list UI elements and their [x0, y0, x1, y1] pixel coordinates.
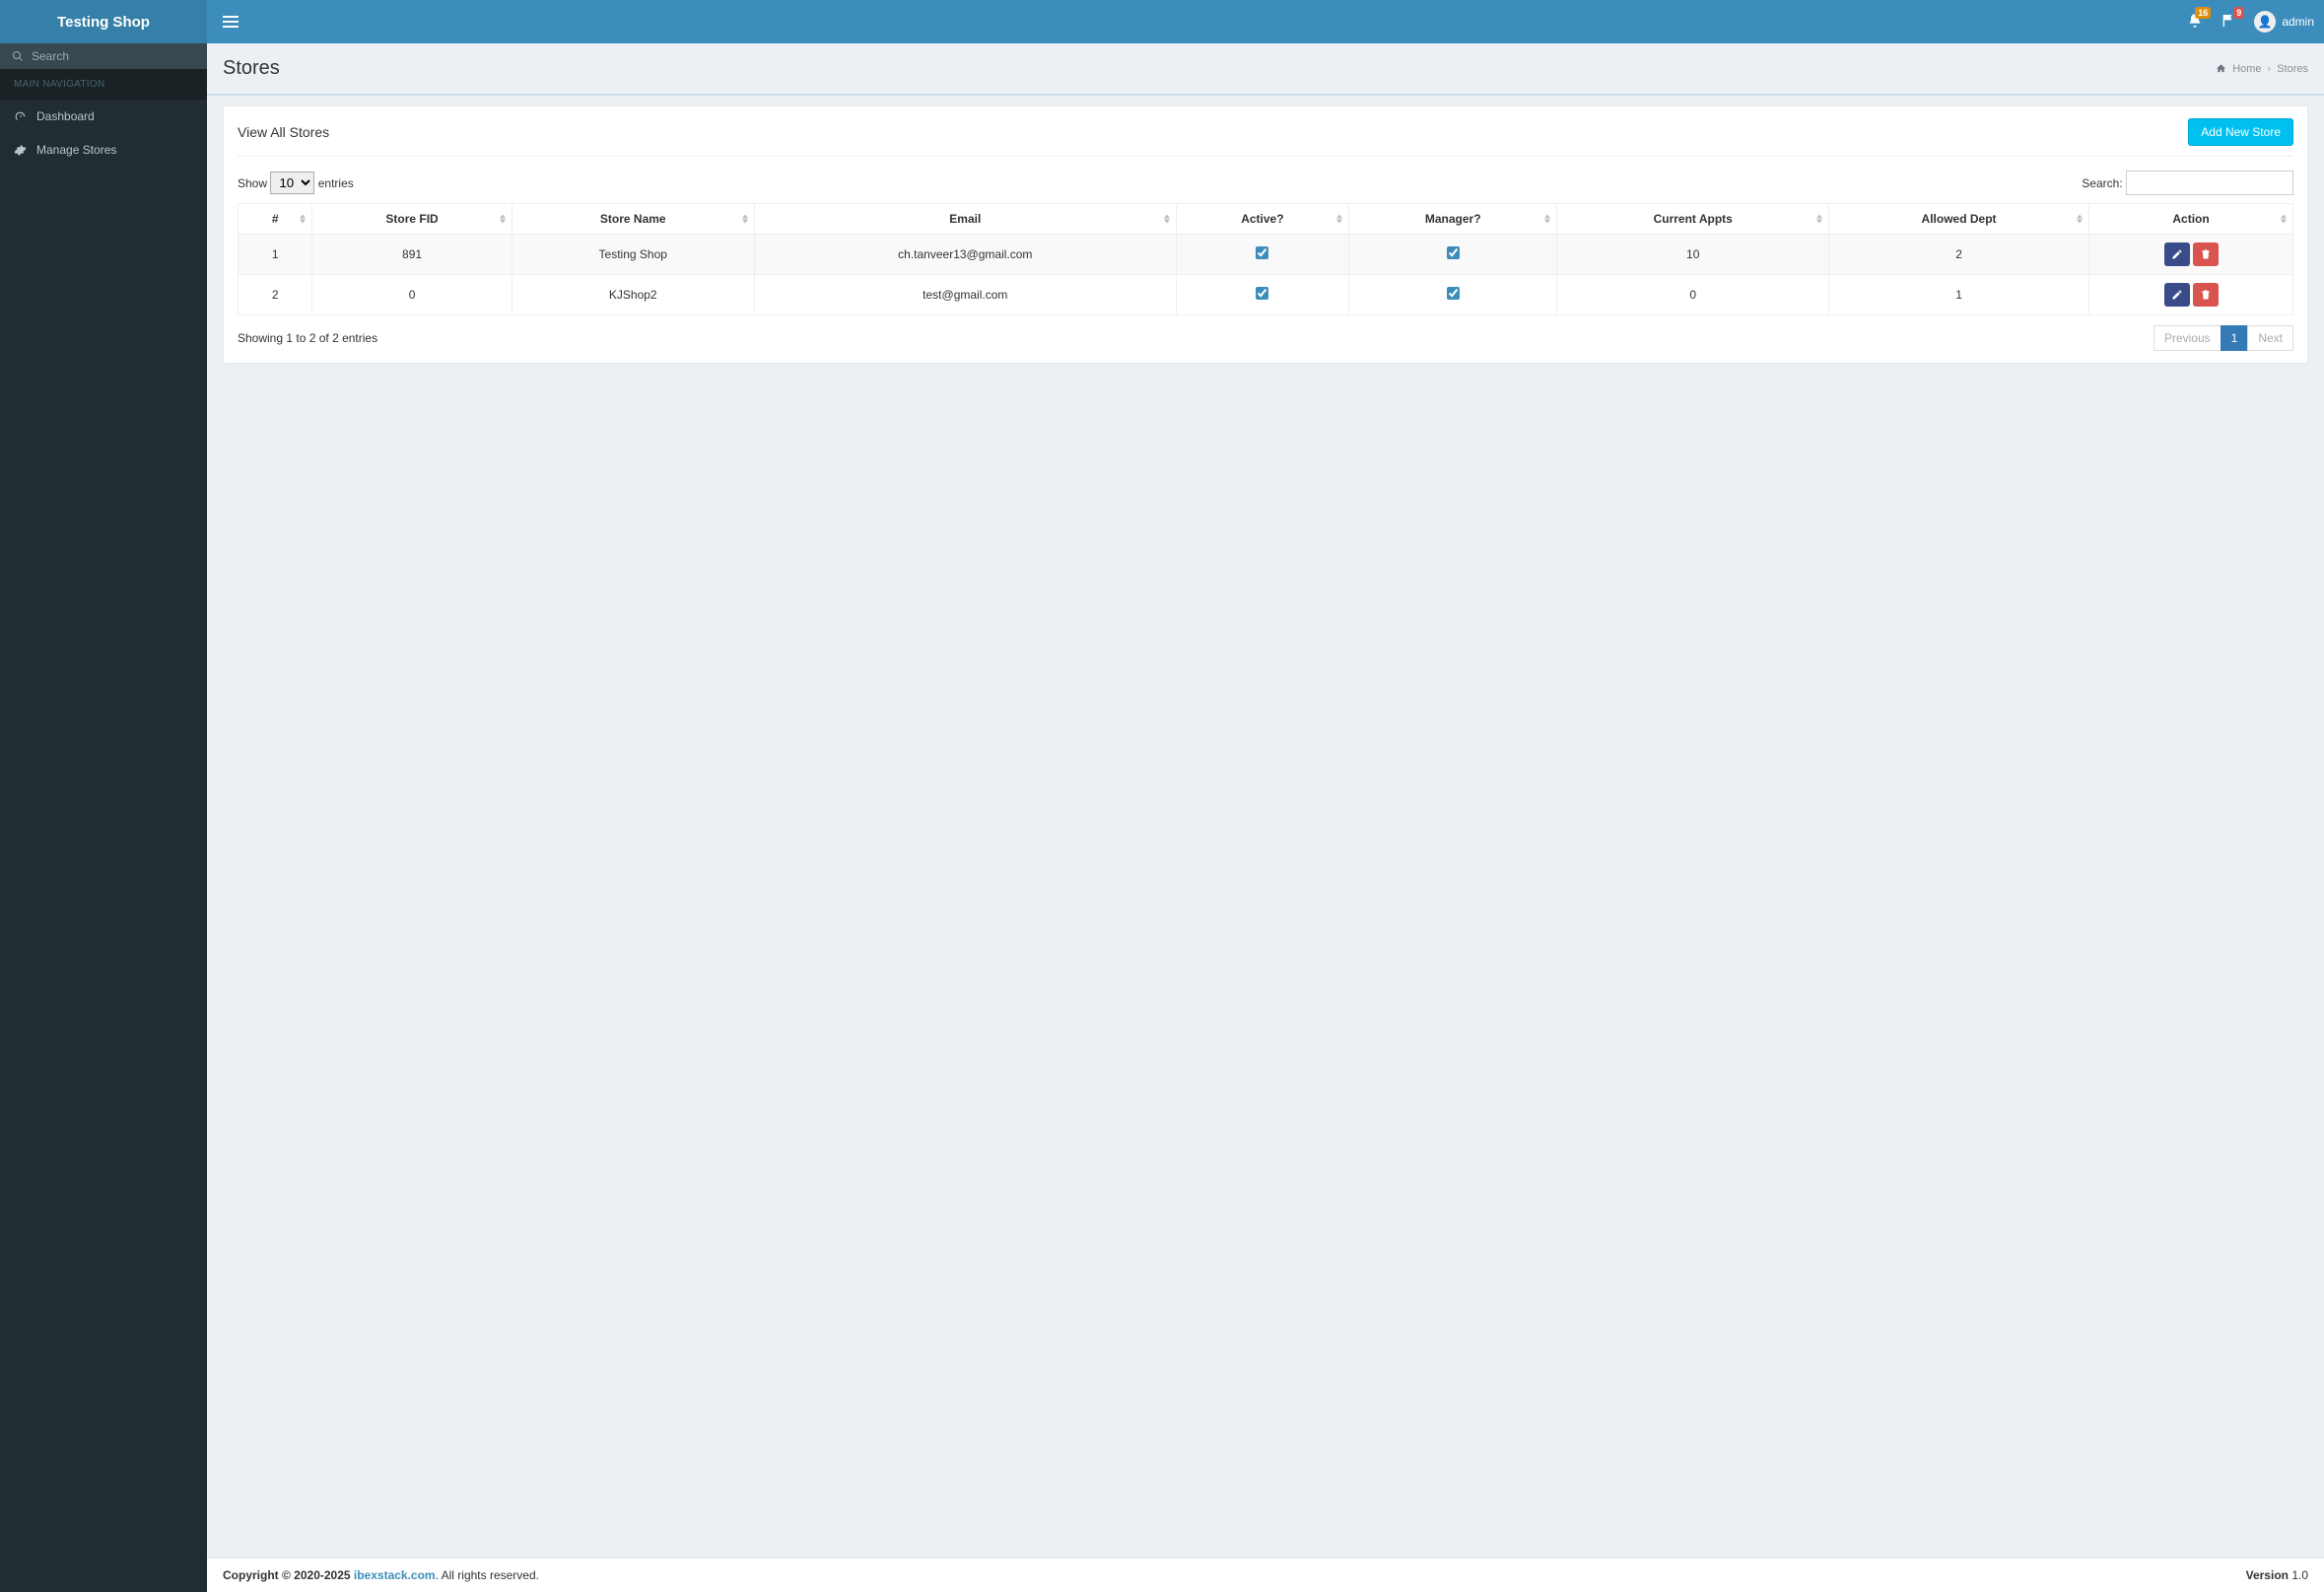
table-row: 1891Testing Shopch.tanveer13@gmail.com 10…	[239, 235, 2293, 275]
topbar: Testing Shop 16 9 👤 admin	[0, 0, 2324, 43]
col-action[interactable]: Action	[2089, 204, 2293, 235]
sidebar-item-label: Dashboard	[36, 109, 95, 123]
notifications-button[interactable]: 16	[2187, 13, 2203, 32]
pager-prev[interactable]: Previous	[2153, 325, 2221, 351]
show-suffix: entries	[318, 176, 354, 190]
cell-name: KJShop2	[512, 275, 754, 315]
pager-page-1[interactable]: 1	[2221, 325, 2249, 351]
search-input[interactable]	[2126, 171, 2293, 195]
breadcrumb-current: Stores	[2277, 63, 2308, 75]
entries-select[interactable]: 10	[270, 172, 314, 194]
cell-index: 2	[239, 275, 312, 315]
gear-icon	[14, 144, 27, 157]
body-wrap: Search MAIN NAVIGATION Dashboard Manage …	[0, 43, 2324, 1592]
notifications-badge: 16	[2195, 7, 2211, 19]
cell-email: test@gmail.com	[754, 275, 1176, 315]
cell-appts: 10	[1557, 235, 1829, 275]
page-title: Stores	[223, 57, 280, 80]
delete-button[interactable]	[2193, 283, 2219, 307]
messages-badge: 9	[2233, 7, 2244, 19]
cell-appts: 0	[1557, 275, 1829, 315]
trash-icon	[2200, 289, 2212, 301]
table-row: 20KJShop2test@gmail.com01	[239, 275, 2293, 315]
pager: Previous 1 Next	[2154, 325, 2293, 351]
cell-active	[1176, 275, 1348, 315]
gauge-icon	[14, 110, 27, 123]
active-checkbox[interactable]	[1256, 287, 1268, 300]
cell-dept: 1	[1829, 275, 2089, 315]
table-footer: Showing 1 to 2 of 2 entries Previous 1 N…	[238, 325, 2293, 351]
delete-button[interactable]	[2193, 242, 2219, 266]
panel-title: View All Stores	[238, 124, 329, 140]
cell-action	[2089, 235, 2293, 275]
table-toolbar: Show 10 entries Search:	[238, 171, 2293, 195]
sidebar-search[interactable]: Search	[0, 43, 207, 69]
sidebar: Search MAIN NAVIGATION Dashboard Manage …	[0, 43, 207, 1592]
cell-action	[2089, 275, 2293, 315]
col-fid[interactable]: Store FID	[312, 204, 512, 235]
avatar: 👤	[2254, 11, 2276, 33]
sidebar-item-dashboard[interactable]: Dashboard	[0, 100, 207, 133]
col-appts[interactable]: Current Appts	[1557, 204, 1829, 235]
breadcrumb-separator: ›	[2268, 63, 2272, 75]
pencil-icon	[2171, 289, 2183, 301]
manager-checkbox[interactable]	[1447, 246, 1460, 259]
add-new-store-button[interactable]: Add New Store	[2188, 118, 2293, 146]
col-active[interactable]: Active?	[1176, 204, 1348, 235]
stores-table: # Store FID Store Name Email Active? Man…	[238, 203, 2293, 315]
username-label: admin	[2282, 15, 2314, 29]
brand-title: Testing Shop	[0, 0, 207, 43]
col-dept[interactable]: Allowed Dept	[1829, 204, 2089, 235]
cell-active	[1176, 235, 1348, 275]
sidebar-item-manage-stores[interactable]: Manage Stores	[0, 133, 207, 167]
pager-next[interactable]: Next	[2247, 325, 2293, 351]
content: Stores Home › Stores View All Stores Add…	[207, 43, 2324, 1592]
cell-name: Testing Shop	[512, 235, 754, 275]
col-index[interactable]: #	[239, 204, 312, 235]
cell-manager	[1348, 275, 1556, 315]
cell-email: ch.tanveer13@gmail.com	[754, 235, 1176, 275]
col-email[interactable]: Email	[754, 204, 1176, 235]
sidebar-section-title: MAIN NAVIGATION	[0, 69, 207, 100]
user-menu[interactable]: 👤 admin	[2254, 11, 2314, 33]
sidebar-search-label: Search	[32, 49, 69, 63]
topbar-right: 16 9 👤 admin	[207, 0, 2324, 43]
page-header: Stores Home › Stores	[207, 43, 2324, 96]
footer-copy: Copyright © 2020-2025 ibexstack.com. All…	[223, 1568, 539, 1582]
active-checkbox[interactable]	[1256, 246, 1268, 259]
trash-icon	[2200, 248, 2212, 260]
entries-length: Show 10 entries	[238, 172, 354, 194]
edit-button[interactable]	[2164, 242, 2190, 266]
search-label: Search:	[2082, 176, 2122, 190]
cell-manager	[1348, 235, 1556, 275]
search-icon	[12, 50, 24, 62]
cell-fid: 891	[312, 235, 512, 275]
breadcrumb-home[interactable]: Home	[2232, 63, 2261, 75]
sidebar-item-label: Manage Stores	[36, 143, 116, 157]
stores-panel: View All Stores Add New Store Show 10 en…	[223, 105, 2308, 364]
nav-icons: 16 9 👤 admin	[2187, 11, 2314, 33]
show-prefix: Show	[238, 176, 267, 190]
table-info: Showing 1 to 2 of 2 entries	[238, 331, 377, 345]
footer: Copyright © 2020-2025 ibexstack.com. All…	[207, 1557, 2324, 1592]
footer-version: Version 1.0	[2246, 1568, 2308, 1582]
col-name[interactable]: Store Name	[512, 204, 754, 235]
sidebar-toggle[interactable]	[217, 7, 244, 36]
manager-checkbox[interactable]	[1447, 287, 1460, 300]
messages-button[interactable]: 9	[2221, 13, 2236, 32]
table-search: Search:	[2082, 171, 2293, 195]
cell-dept: 2	[1829, 235, 2089, 275]
cell-index: 1	[239, 235, 312, 275]
edit-button[interactable]	[2164, 283, 2190, 307]
panel-header: View All Stores Add New Store	[238, 118, 2293, 157]
table-header-row: # Store FID Store Name Email Active? Man…	[239, 204, 2293, 235]
cell-fid: 0	[312, 275, 512, 315]
home-icon	[2216, 63, 2226, 74]
col-manager[interactable]: Manager?	[1348, 204, 1556, 235]
pencil-icon	[2171, 248, 2183, 260]
breadcrumb: Home › Stores	[2216, 63, 2308, 75]
footer-link[interactable]: ibexstack.com	[354, 1568, 436, 1582]
